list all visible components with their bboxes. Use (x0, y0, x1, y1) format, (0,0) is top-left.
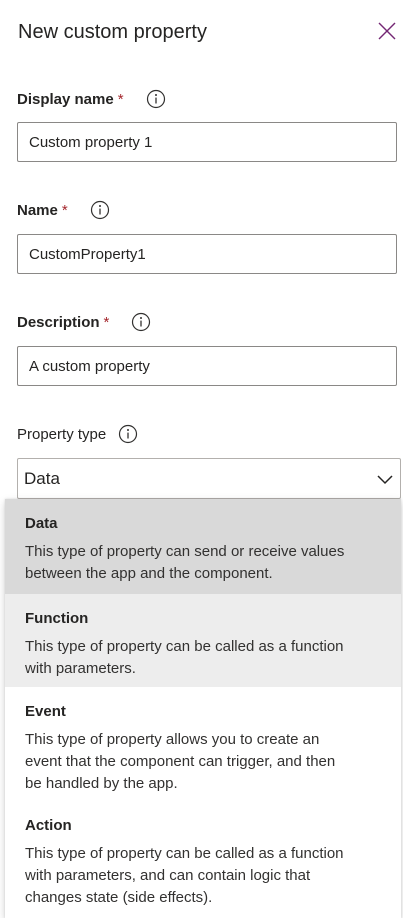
option-title: Event (25, 703, 66, 720)
option-description: This type of property allows you to crea… (25, 731, 336, 792)
option-description: This type of property can send or receiv… (25, 543, 345, 582)
option-title: Action (25, 817, 72, 834)
required-indicator: * (117, 90, 124, 108)
description-label: Description (17, 313, 100, 331)
property-type-label-row: Property type (17, 422, 138, 446)
required-indicator: * (103, 313, 110, 331)
description-label-row: Description * (17, 310, 151, 334)
option-event[interactable]: Event This type of property allows you t… (5, 687, 401, 801)
info-icon[interactable] (131, 312, 151, 332)
panel-title: New custom property (18, 21, 207, 43)
info-icon[interactable] (146, 89, 166, 109)
property-type-dropdown-list: Data This type of property can send or r… (5, 499, 401, 918)
info-icon[interactable] (118, 424, 138, 444)
display-name-field[interactable]: Custom property 1 (17, 122, 397, 162)
option-title: Data (25, 515, 58, 532)
name-field[interactable]: CustomProperty1 (17, 234, 397, 274)
custom-property-panel: New custom property Display name * Custo… (0, 0, 403, 918)
info-icon[interactable] (90, 200, 110, 220)
property-type-selected-value: Data (24, 468, 60, 488)
name-label-row: Name * (17, 198, 110, 222)
display-name-label-row: Display name * (17, 87, 166, 111)
property-type-label: Property type (17, 425, 107, 443)
description-field[interactable]: A custom property (17, 346, 397, 386)
required-indicator: * (61, 201, 68, 219)
option-data[interactable]: Data This type of property can send or r… (5, 499, 401, 594)
option-title: Function (25, 610, 89, 627)
close-button[interactable] (376, 20, 398, 42)
option-action[interactable]: Action This type of property can be call… (5, 801, 401, 918)
chevron-down-icon (376, 470, 394, 488)
close-icon (376, 20, 398, 42)
option-function[interactable]: Function This type of property can be ca… (5, 594, 401, 687)
option-description: This type of property can be called as a… (25, 638, 344, 677)
option-description: This type of property can be called as a… (25, 845, 344, 906)
name-label: Name (17, 201, 58, 219)
display-name-label: Display name (17, 90, 114, 108)
property-type-select[interactable]: Data (17, 458, 401, 499)
